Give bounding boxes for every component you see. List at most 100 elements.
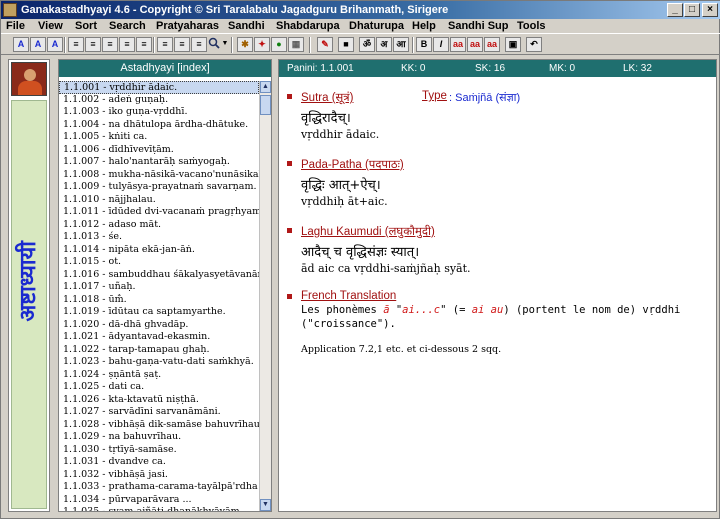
scroll-thumb[interactable]	[260, 95, 271, 115]
toolbar: A A A ≡ ≡ ≡ ≡ ≡ ≡ ≡ ≡ ▼ ✱ ✦ ● ▦ ✎ ■ ॐ अ …	[1, 33, 720, 55]
print-button[interactable]: ▣	[505, 37, 521, 52]
deva-a-button[interactable]: अ	[376, 37, 392, 52]
edit-button[interactable]: ✎	[317, 37, 333, 52]
menu-sandhi-sup[interactable]: Sandhi Sup	[448, 19, 509, 33]
laghu-kaumudi-title[interactable]: Laghu Kaumudi (लघुकौमुदी)	[301, 224, 435, 239]
list-item[interactable]: 1.1.002 - adeṅ guṇaḥ.	[59, 94, 259, 107]
list-item[interactable]: 1.1.027 - sarvādīni sarvanāmāni.	[59, 406, 259, 419]
list-item[interactable]: 1.1.028 - vibhāṣā dik-samāse bahuvrīhau.	[59, 419, 259, 432]
list-item[interactable]: 1.1.022 - tarap-tamapau ghaḥ.	[59, 344, 259, 357]
pada-patha-section: Pada-Patha (पदपाठः) वृद्धिः आत्+ऐच्। vṛd…	[287, 157, 707, 217]
list-item[interactable]: 1.1.024 - ṣṇāntā ṣaṭ.	[59, 369, 259, 382]
save-button[interactable]: ■	[338, 37, 354, 52]
list-item[interactable]: 1.1.026 - kta-ktavatū niṣṭhā.	[59, 394, 259, 407]
vertical-title-bar: अष्टाध्यायी	[11, 100, 47, 509]
color-1-button[interactable]: aa	[450, 37, 466, 52]
list-item[interactable]: 1.1.035 - svam-ajñāti-dhanākhyāyām.	[59, 506, 259, 511]
tool-3-button[interactable]: ●	[271, 37, 287, 52]
sutra-list[interactable]: 1.1.001 - vṛddhir ādaic. 1.1.002 - adeṅ g…	[59, 81, 259, 511]
list-item[interactable]: 1.1.005 - kṅiti ca.	[59, 131, 259, 144]
list-item[interactable]: 1.1.004 - na dhātulopa ārdha-dhātuke.	[59, 119, 259, 132]
view-6-button[interactable]: ≡	[157, 37, 173, 52]
sutra-title[interactable]: Sutra (सूत्रं)	[301, 90, 353, 105]
om-button[interactable]: ॐ	[359, 37, 375, 52]
deva-aa-button[interactable]: आ	[393, 37, 409, 52]
view-4-button[interactable]: ≡	[119, 37, 135, 52]
list-item[interactable]: 1.1.032 - vibhāṣā jasi.	[59, 469, 259, 482]
close-button[interactable]: ×	[702, 3, 718, 17]
font-medium-button[interactable]: A	[30, 37, 46, 52]
pada-patha-title[interactable]: Pada-Patha (पदपाठः)	[301, 157, 404, 172]
list-item[interactable]: 1.1.033 - prathama-carama-tayālpā'rdha .…	[59, 481, 259, 494]
list-item[interactable]: 1.1.003 - iko guṇa-vṛddhī.	[59, 106, 259, 119]
font-small-button[interactable]: A	[13, 37, 29, 52]
tool-1-button[interactable]: ✱	[237, 37, 253, 52]
italic-button[interactable]: I	[433, 37, 449, 52]
menu-help[interactable]: Help	[412, 19, 436, 33]
bold-button[interactable]: B	[416, 37, 432, 52]
lk-ref: LK: 32	[623, 63, 652, 74]
menu-dhaturupa[interactable]: Dhaturupa	[349, 19, 404, 33]
bullet-icon	[287, 294, 292, 299]
menu-pratyaharas[interactable]: Pratyaharas	[156, 19, 219, 33]
panini-ref: Panini: 1.1.001	[287, 63, 354, 74]
list-item[interactable]: 1.1.015 - ot.	[59, 256, 259, 269]
list-item[interactable]: 1.1.018 - ūm̐.	[59, 294, 259, 307]
list-item[interactable]: 1.1.016 - sambuddhau śākalyasyetāvanārṣ	[59, 269, 259, 282]
list-item[interactable]: 1.1.034 - pūrvaparāvara ...	[59, 494, 259, 507]
menu-shabdarupa[interactable]: Shabdarupa	[276, 19, 340, 33]
scroll-up-button[interactable]: ▲	[260, 81, 271, 93]
menu-search[interactable]: Search	[109, 19, 146, 33]
bullet-icon	[287, 161, 292, 166]
laghu-roman: ād aic ca vṛddhi-saṁjñaḥ syāt.	[301, 262, 471, 275]
menu-sort[interactable]: Sort	[75, 19, 97, 33]
french-title[interactable]: French Translation	[301, 290, 396, 302]
list-item[interactable]: 1.1.020 - dā-dhā ghvadāp.	[59, 319, 259, 332]
list-item[interactable]: 1.1.009 - tulyāsya-prayatnaṁ savarṇam.	[59, 181, 259, 194]
undo-button[interactable]: ↶	[526, 37, 542, 52]
chevron-down-icon[interactable]: ▼	[221, 37, 229, 52]
tool-2-button[interactable]: ✦	[254, 37, 270, 52]
view-1-button[interactable]: ≡	[68, 37, 84, 52]
french-highlight: ai...c	[402, 304, 441, 316]
list-item[interactable]: 1.1.013 - śe.	[59, 231, 259, 244]
color-3-button[interactable]: aa	[484, 37, 500, 52]
list-item[interactable]: 1.1.031 - dvandve ca.	[59, 456, 259, 469]
font-large-button[interactable]: A	[47, 37, 63, 52]
view-3-button[interactable]: ≡	[102, 37, 118, 52]
list-item[interactable]: 1.1.010 - nājjhalau.	[59, 194, 259, 207]
list-item[interactable]: 1.1.019 - īdūtau ca saptamyarthe.	[59, 306, 259, 319]
list-item[interactable]: 1.1.030 - tṛtīyā-samāse.	[59, 444, 259, 457]
color-2-button[interactable]: aa	[467, 37, 483, 52]
list-item[interactable]: 1.1.017 - uñaḥ.	[59, 281, 259, 294]
list-item[interactable]: 1.1.006 - dīdhīvevīṭām.	[59, 144, 259, 157]
list-item[interactable]: 1.1.025 - dati ca.	[59, 381, 259, 394]
list-item[interactable]: 1.1.029 - na bahuvrīhau.	[59, 431, 259, 444]
maximize-button[interactable]: □	[684, 3, 700, 17]
list-item[interactable]: 1.1.014 - nipāta ekā-jan-āṅ.	[59, 244, 259, 257]
tool-4-button[interactable]: ▦	[288, 37, 304, 52]
list-item[interactable]: 1.1.001 - vṛddhir ādaic.	[59, 81, 259, 94]
list-scrollbar[interactable]: ▲ ▼	[259, 81, 271, 511]
search-icon[interactable]	[208, 37, 220, 52]
list-item[interactable]: 1.1.011 - īdūded dvi-vacanaṁ pragṛhyam	[59, 206, 259, 219]
view-2-button[interactable]: ≡	[85, 37, 101, 52]
list-item[interactable]: 1.1.021 - ādyantavad-ekasmin.	[59, 331, 259, 344]
type-label[interactable]: Type	[422, 90, 447, 102]
title-bar[interactable]: Ganakastadhyayi 4.6 - Copyright © Sri Ta…	[1, 1, 720, 19]
menu-view[interactable]: View	[38, 19, 63, 33]
menu-file[interactable]: File	[6, 19, 25, 33]
minimize-button[interactable]: _	[667, 3, 683, 17]
menu-tools[interactable]: Tools	[517, 19, 546, 33]
app-icon[interactable]	[3, 3, 17, 17]
scroll-down-button[interactable]: ▼	[260, 499, 271, 511]
menu-sandhi[interactable]: Sandhi	[228, 19, 265, 33]
list-item[interactable]: 1.1.023 - bahu-gaṇa-vatu-dati saṁkhyā.	[59, 356, 259, 369]
view-5-button[interactable]: ≡	[136, 37, 152, 52]
list-item[interactable]: 1.1.007 - halo'nantarāḥ saṁyogaḥ.	[59, 156, 259, 169]
list-item[interactable]: 1.1.008 - mukha-nāsikā-vacano'nunāsikaḥ.	[59, 169, 259, 182]
list-item[interactable]: 1.1.012 - adaso māt.	[59, 219, 259, 232]
sutra-title-text: Sutra	[301, 92, 329, 104]
view-8-button[interactable]: ≡	[191, 37, 207, 52]
view-7-button[interactable]: ≡	[174, 37, 190, 52]
